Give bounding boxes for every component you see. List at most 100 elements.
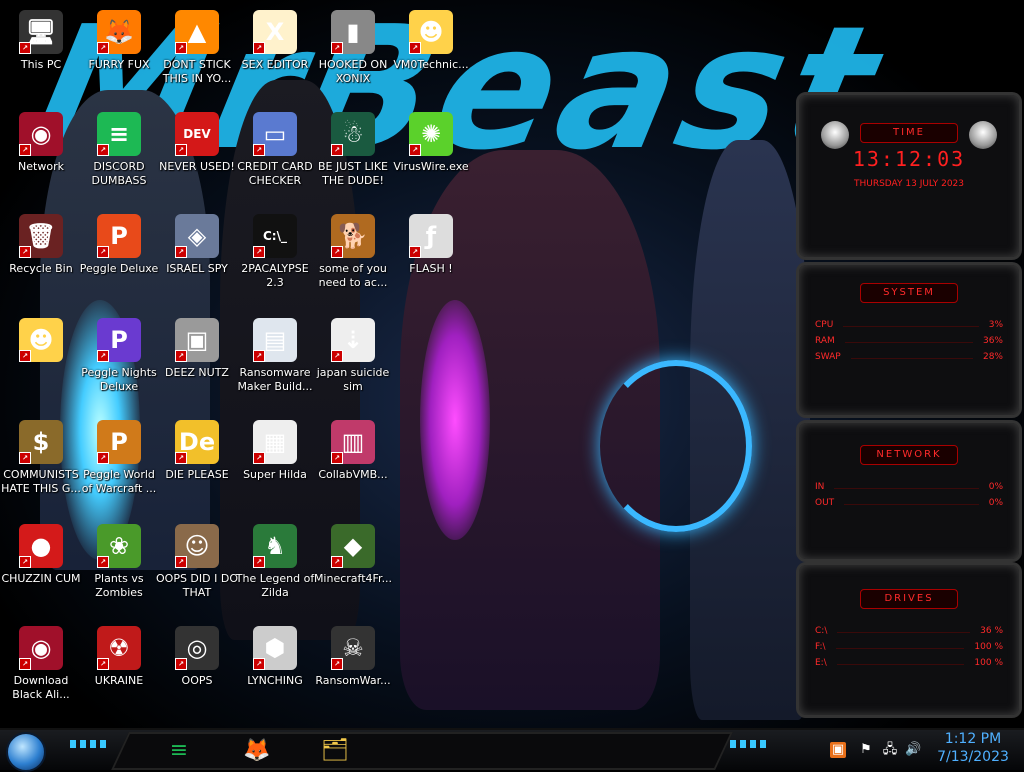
- desktop-icon[interactable]: P ↗ Peggle Nights Deluxe: [78, 314, 160, 414]
- desktop-icon[interactable]: ● ↗ CHUZZIN CUM: [0, 520, 82, 620]
- network-tray-icon[interactable]: 🖧: [882, 742, 898, 758]
- gadget-row-label: SWAP: [815, 352, 841, 362]
- time-gadget-date: THURSDAY 13 JULY 2023: [853, 179, 965, 189]
- desktop-icon[interactable]: $ ↗ COMMUNISTS HATE THIS G...: [0, 416, 82, 516]
- desktop-icon-label: CollabVMB...: [318, 468, 388, 481]
- pc-icon: 🖥 ↗: [19, 10, 63, 54]
- desktop-icon[interactable]: ☠ ↗ RansomWar...: [312, 622, 394, 722]
- spy-icon: ◈ ↗: [175, 214, 219, 258]
- desktop-icon[interactable]: ☺ ↗ OOPS DID I DO THAT: [156, 520, 238, 620]
- file-explorer-icon[interactable]: 🗂: [318, 733, 352, 767]
- desktop-icon[interactable]: ✺ ↗ VirusWire.exe: [390, 108, 472, 208]
- tray-app-icon[interactable]: ▣: [830, 742, 846, 758]
- volume-icon[interactable]: 🔊: [905, 742, 921, 758]
- desktop-icon[interactable]: ▮ ↗ HOOKED ON XONIX: [312, 6, 394, 106]
- gadget-row-graph: [843, 326, 979, 327]
- desktop-icon[interactable]: ◈ ↗ ISRAEL SPY: [156, 210, 238, 310]
- desktop-icon-label: Network: [18, 160, 64, 173]
- recycle-bin-icon: 🗑 ↗: [19, 214, 63, 258]
- desktop-icon[interactable]: 🗑 ↗ Recycle Bin: [0, 210, 82, 310]
- shortcut-arrow-icon: ↗: [97, 452, 109, 464]
- desktop-icon[interactable]: ▦ ↗ Super Hilda: [234, 416, 316, 516]
- system-gadget[interactable]: SYSTEM CPU 3% RAM 36% SWAP 28%: [796, 262, 1022, 418]
- desktop-icon[interactable]: P ↗ Peggle Deluxe: [78, 210, 160, 310]
- desktop-icon[interactable]: ☃ ↗ BE JUST LIKE THE DUDE!: [312, 108, 394, 208]
- desktop-icon[interactable]: ♞ ↗ The Legend of Zilda: [234, 520, 316, 620]
- xonix-icon: ▮ ↗: [331, 10, 375, 54]
- shortcut-arrow-icon: ↗: [253, 42, 265, 54]
- spotify-icon[interactable]: ≡: [162, 733, 196, 767]
- desktop-icon-label: SEX EDITOR: [241, 58, 309, 71]
- gadget-row-graph: [837, 632, 971, 633]
- desktop-icon[interactable]: ⇣ ↗ japan suicide sim: [312, 314, 394, 414]
- shortcut-arrow-icon: ↗: [97, 42, 109, 54]
- gadget-row: RAM 36%: [799, 333, 1019, 349]
- taskbar-clock[interactable]: 1:12 PM 7/13/2023: [928, 730, 1018, 766]
- alien-logo-icon: [821, 121, 849, 149]
- shortcut-arrow-icon: ↗: [253, 658, 265, 670]
- star-butterfly-icon: ☻ ↗: [19, 318, 63, 362]
- desktop-icon[interactable]: ❀ ↗ Plants vs Zombies: [78, 520, 160, 620]
- start-button[interactable]: [6, 732, 46, 772]
- desktop-icon-label: OOPS DID I DO THAT: [156, 572, 238, 599]
- gadget-row-graph: [834, 488, 979, 489]
- desktop-icon[interactable]: ☻ ↗ VM0Technic...: [390, 6, 472, 106]
- desktop-icon[interactable]: ◉ ↗ Download Black Ali...: [0, 622, 82, 722]
- desktop-icon-label: HOOKED ON XONIX: [318, 58, 388, 85]
- desktop-icon-label: This PC: [20, 58, 62, 71]
- gadget-row-graph: [850, 358, 973, 359]
- desktop-icon[interactable]: ▭ ↗ CREDIT CARD CHECKER: [234, 108, 316, 208]
- desktop-icon-label: VirusWire.exe: [393, 160, 469, 173]
- desktop-icon[interactable]: P ↗ Peggle World of Warcraft ...: [78, 416, 160, 516]
- desktop-icon[interactable]: ◎ ↗ OOPS: [156, 622, 238, 722]
- desktop-icon[interactable]: ≡ ↗ DISCORD DUMBASS: [78, 108, 160, 208]
- shortcut-arrow-icon: ↗: [19, 658, 31, 670]
- desktop-icon[interactable]: 🦊 ↗ FURRY FUX: [78, 6, 160, 106]
- desktop-icon[interactable]: DEV ↗ NEVER USED!: [156, 108, 238, 208]
- money-bag-icon: $ ↗: [19, 420, 63, 464]
- gadget-row-label: C:\: [815, 626, 828, 636]
- zelda-icon: ♞ ↗: [253, 524, 297, 568]
- desktop-icon[interactable]: ▲ ↗ DONT STICK THIS IN YO...: [156, 6, 238, 106]
- network-gadget[interactable]: NETWORK IN 0% OUT 0%: [796, 420, 1022, 562]
- desktop-icon[interactable]: ▥ ↗ CollabVMB...: [312, 416, 394, 516]
- pixel-icon: ▦ ↗: [253, 420, 297, 464]
- desktop-icon[interactable]: X ↗ SEX EDITOR: [234, 6, 316, 106]
- desktop-icon[interactable]: 🖥 ↗ This PC: [0, 6, 82, 106]
- shortcut-arrow-icon: ↗: [19, 144, 31, 156]
- dog-icon: 🐕 ↗: [331, 214, 375, 258]
- desktop-icon-label: japan suicide sim: [316, 366, 390, 393]
- lime-icon: ✺ ↗: [409, 112, 453, 156]
- desktop-icon-label: VM0Technic...: [393, 58, 469, 71]
- time-gadget[interactable]: TIME 13:12:03 THURSDAY 13 JULY 2023: [796, 92, 1022, 260]
- shortcut-arrow-icon: ↗: [253, 350, 265, 362]
- skull-icon: ☠ ↗: [331, 626, 375, 670]
- drives-gadget[interactable]: DRIVES C:\ 36 % F:\ 100 % E:\ 100 %: [796, 562, 1022, 718]
- desktop-icon[interactable]: ☢ ↗ UKRAINE: [78, 622, 160, 722]
- firefox-icon[interactable]: 🦊: [240, 733, 274, 767]
- desktop-icon[interactable]: ▣ ↗ DEEZ NUTZ: [156, 314, 238, 414]
- desktop-icon[interactable]: ☻ ↗: [0, 314, 82, 414]
- desktop-icon[interactable]: C:\_ ↗ 2PACALYPSE 2.3: [234, 210, 316, 310]
- gadget-row: CPU 3%: [799, 317, 1019, 333]
- desktop-icon[interactable]: ⬢ ↗ LYNCHING: [234, 622, 316, 722]
- system-gadget-rows: CPU 3% RAM 36% SWAP 28%: [799, 317, 1019, 365]
- desktop-icon[interactable]: De ↗ DIE PLEASE: [156, 416, 238, 516]
- desktop-icon[interactable]: ƒ ↗ FLASH !: [390, 210, 472, 310]
- desktop-icon[interactable]: 🐕 ↗ some of you need to ac...: [312, 210, 394, 310]
- action-center-flag-icon[interactable]: ⚑: [858, 742, 874, 758]
- gadget-row-graph: [836, 664, 965, 665]
- peggle-wow-icon: P ↗: [97, 420, 141, 464]
- desktop-icon-label: 2PACALYPSE 2.3: [241, 262, 309, 289]
- desktop-icon-label: BE JUST LIKE THE DUDE!: [317, 160, 389, 187]
- desktop-icon-label: Plants vs Zombies: [94, 572, 144, 599]
- alien-orb-icon: ◉ ↗: [19, 626, 63, 670]
- shortcut-arrow-icon: ↗: [97, 144, 109, 156]
- shortcut-arrow-icon: ↗: [331, 144, 343, 156]
- desktop[interactable]: MrBeast 🖥 ↗ This PC 🦊 ↗ FURRY FUX ▲ ↗ DONT STICK…: [0, 0, 1024, 728]
- drives-gadget-rows: C:\ 36 % F:\ 100 % E:\ 100 %: [799, 623, 1019, 671]
- desktop-icon[interactable]: ◆ ↗ Minecraft4Fr...: [312, 520, 394, 620]
- desktop-icon[interactable]: ◉ ↗ Network: [0, 108, 82, 208]
- gadget-row-label: F:\: [815, 642, 826, 652]
- desktop-icon[interactable]: ▤ ↗ Ransomware Maker Build...: [234, 314, 316, 414]
